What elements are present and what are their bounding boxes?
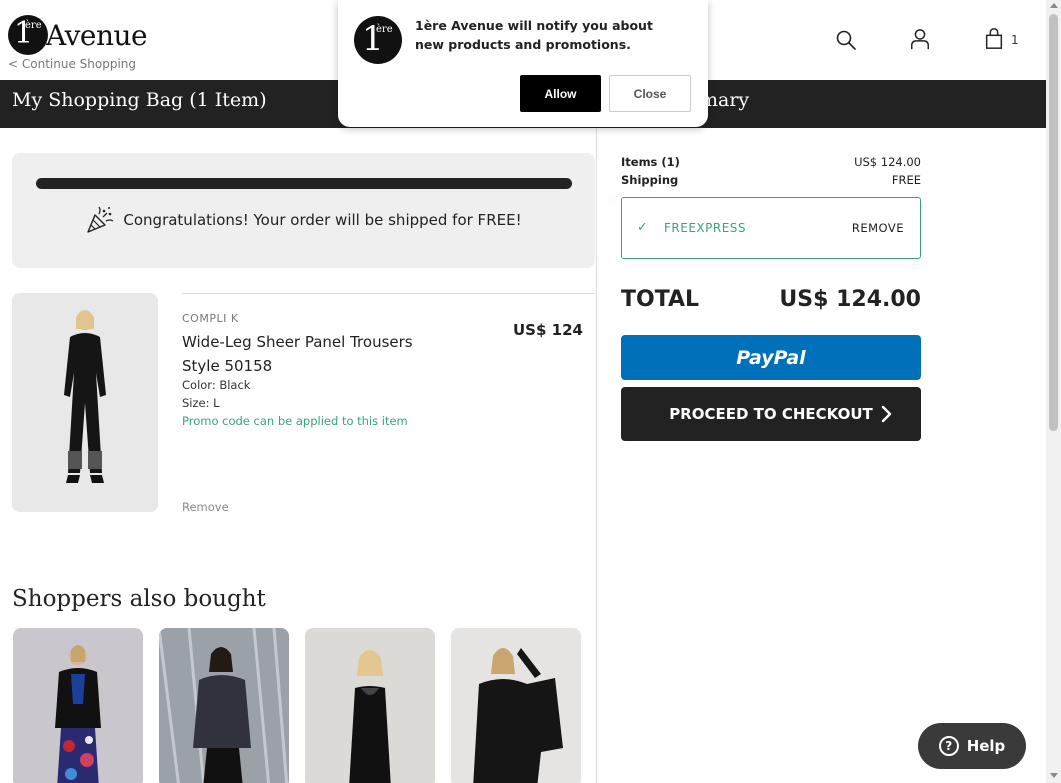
scrollbar-thumb[interactable] (1049, 14, 1058, 431)
logo-word: Avenue (46, 18, 148, 52)
shipping-value: FREE (891, 173, 921, 187)
recommendation-card-3[interactable] (305, 628, 435, 783)
recommendation-card-4[interactable] (451, 628, 581, 783)
product-price: US$ 124 (513, 321, 583, 339)
shipping-progress-bar (36, 178, 572, 189)
recommendation-card-1[interactable] (13, 628, 143, 783)
items-label: Items (1) (621, 155, 680, 169)
applied-coupon: ✓ FREEXPRESS REMOVE (621, 197, 921, 259)
close-button[interactable]: Close (609, 75, 691, 112)
page: 1 ère Avenue < Continue Shopping 1 My Sh… (0, 0, 1061, 783)
summary-shipping-row: Shipping FREE (621, 173, 921, 187)
scroll-up-arrow-icon[interactable] (1050, 3, 1058, 8)
product-name[interactable]: Wide-Leg Sheer Panel Trousers Style 5015… (182, 330, 482, 378)
item-divider (182, 293, 595, 294)
coupon-code: FREEXPRESS (664, 221, 747, 235)
product-brand: COMPLI K (182, 312, 239, 325)
shopping-bag-title: My Shopping Bag (1 Item) (12, 89, 267, 111)
party-popper-icon (87, 206, 114, 233)
checkout-button[interactable]: PROCEED TO CHECKOUT (621, 387, 921, 441)
promo-note: Promo code can be applied to this item (182, 414, 408, 428)
product-photo (12, 293, 158, 512)
recommendation-image-2 (159, 628, 289, 783)
help-label: Help (966, 737, 1006, 755)
chevron-right-icon (881, 405, 892, 423)
recommendation-card-2[interactable] (159, 628, 289, 783)
check-icon: ✓ (637, 220, 648, 235)
product-style: Style 50158 (182, 357, 273, 375)
total-value: US$ 124.00 (779, 287, 921, 312)
logo-ere: ère (25, 20, 42, 31)
search-icon[interactable] (835, 29, 857, 51)
cart-count: 1 (1011, 33, 1019, 47)
notification-logo: 1 ère (354, 16, 402, 64)
notification-prompt: 1 ère 1ère Avenue will notify you about … (338, 0, 708, 127)
free-shipping-message: Congratulations! Your order will be ship… (12, 205, 595, 235)
product-name-line1: Wide-Leg Sheer Panel Trousers (182, 333, 413, 351)
logo-mark: 1 ère (8, 15, 48, 55)
product-image[interactable] (12, 293, 158, 512)
scroll-down-arrow-icon[interactable] (1050, 773, 1058, 778)
items-value: US$ 124.00 (854, 155, 921, 169)
remove-coupon-button[interactable]: REMOVE (852, 221, 904, 235)
checkout-label: PROCEED TO CHECKOUT (669, 405, 873, 423)
summary-items-row: Items (1) US$ 124.00 (621, 155, 921, 169)
question-icon: ? (938, 736, 959, 756)
product-color: Color: Black (182, 378, 251, 392)
free-shipping-box: Congratulations! Your order will be ship… (12, 153, 595, 268)
product-size: Size: L (182, 396, 220, 410)
remove-item-link[interactable]: Remove (182, 500, 229, 514)
notification-message: 1ère Avenue will notify you about new pr… (415, 18, 653, 52)
recommendation-image-1 (13, 628, 143, 783)
recommendation-image-3 (305, 628, 435, 783)
recommendation-image-4 (451, 628, 581, 783)
brand-logo[interactable]: 1 ère Avenue (8, 15, 148, 55)
column-divider (596, 128, 597, 783)
help-button[interactable]: ? Help (918, 723, 1026, 769)
allow-button[interactable]: Allow (520, 75, 601, 112)
also-bought-title: Shoppers also bought (12, 586, 266, 612)
shopping-bag-icon[interactable] (983, 28, 1005, 50)
user-icon[interactable] (909, 28, 931, 50)
shipping-label: Shipping (621, 173, 679, 187)
paypal-logo: PayPal (736, 346, 806, 369)
paypal-button[interactable]: PayPal (621, 335, 921, 380)
notification-logo-ere: ère (376, 24, 393, 35)
free-shipping-text: Congratulations! Your order will be ship… (123, 211, 522, 229)
continue-shopping-link[interactable]: < Continue Shopping (8, 57, 136, 71)
